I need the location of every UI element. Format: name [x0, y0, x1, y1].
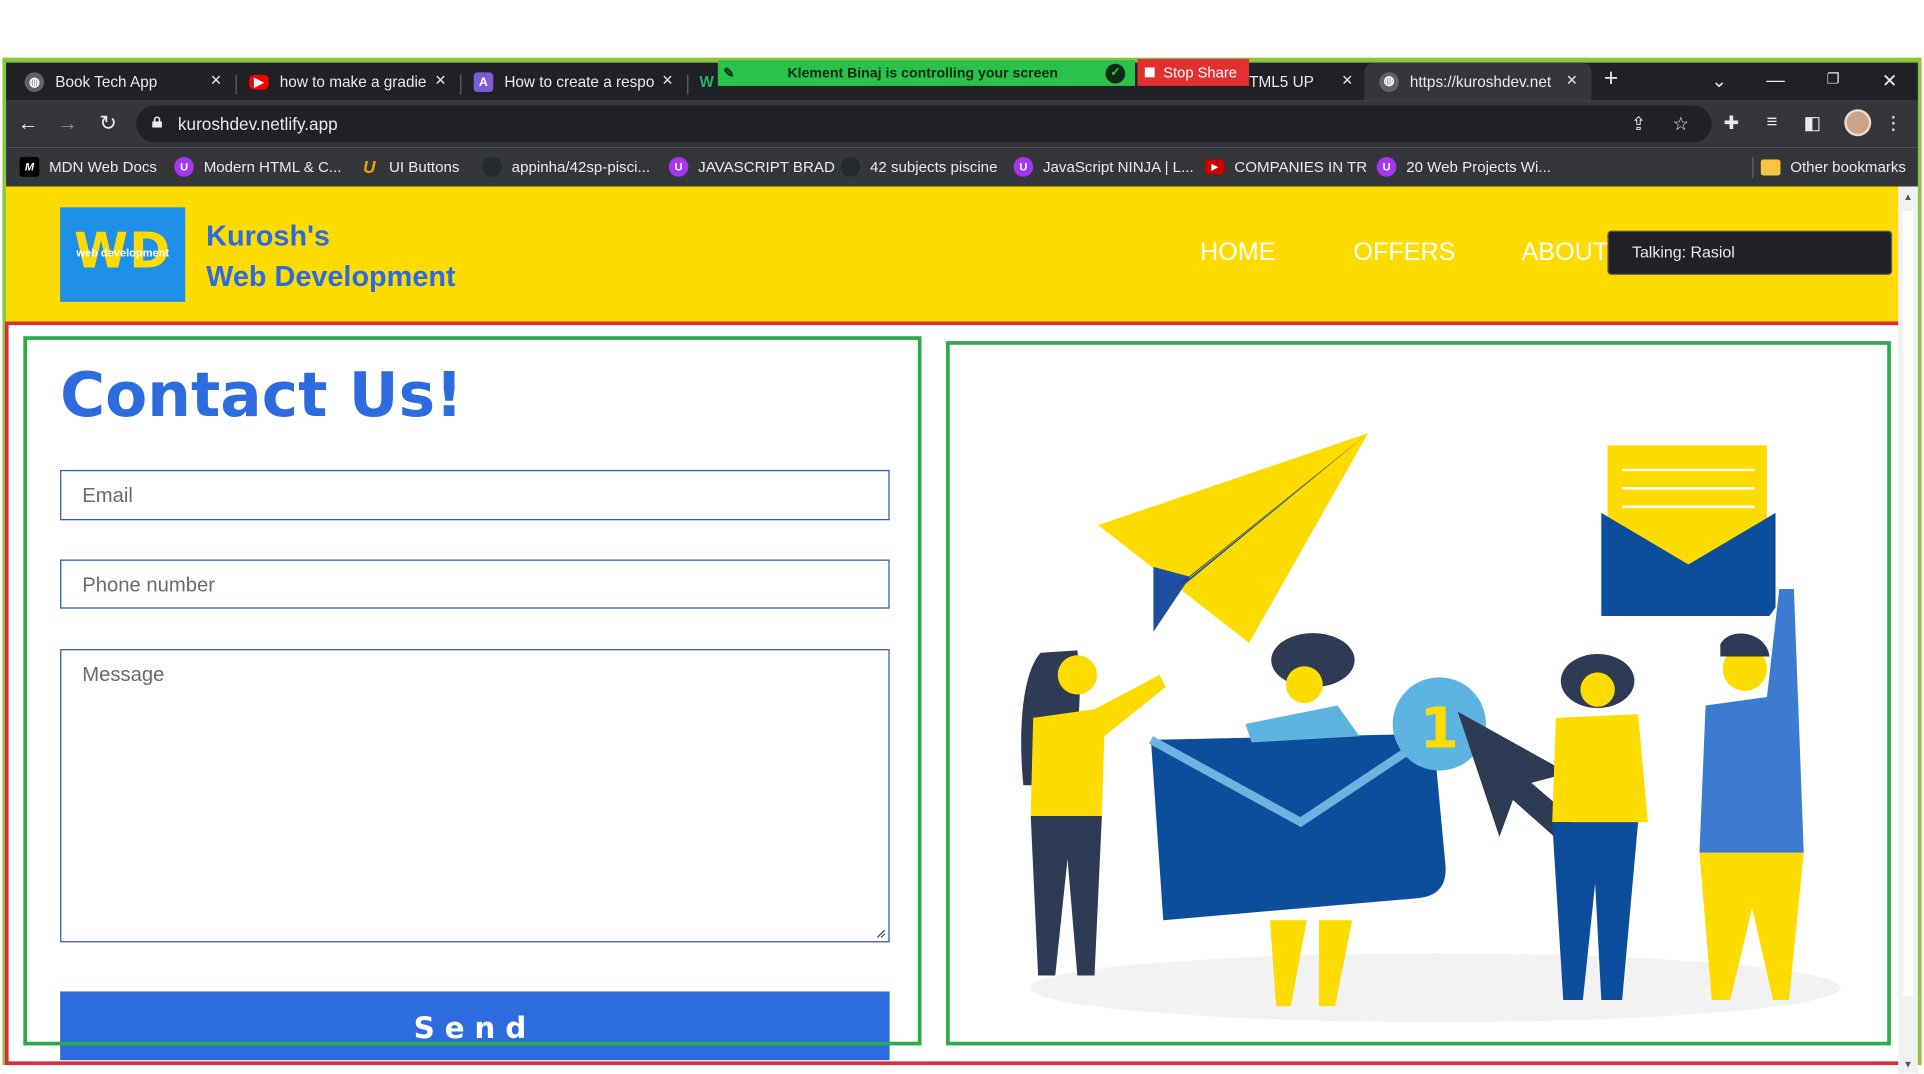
bookmark-mdn[interactable]: M MDN Web Docs: [19, 156, 157, 178]
tab-separator: [687, 74, 689, 95]
control-banner-text: Klement Binaj is controlling your screen: [787, 65, 1058, 81]
screen: ◍ Book Tech App × ▶ how to make a gradie…: [0, 0, 1924, 1074]
bookmark-label: 42 subjects piscine: [869, 158, 998, 176]
close-icon[interactable]: ×: [431, 71, 451, 91]
bookmark-label: MDN Web Docs: [49, 158, 157, 176]
logo-subtext: web development: [76, 246, 170, 259]
tab-book-tech-app[interactable]: ◍ Book Tech App ×: [24, 66, 226, 98]
mdn-icon: M: [19, 157, 40, 177]
folder-icon: [1760, 158, 1781, 175]
tab-gradient-video[interactable]: ▶ how to make a gradie ×: [249, 66, 450, 98]
more-menu-icon[interactable]: ⋮: [1881, 112, 1906, 134]
brand-name[interactable]: Kurosh's Web Development: [206, 216, 455, 297]
nav-offers[interactable]: OFFERS: [1353, 238, 1455, 267]
tab-title: How to create a respo: [504, 73, 655, 91]
back-arrow-icon[interactable]: ←: [16, 112, 41, 137]
other-bookmarks-label: Other bookmarks: [1790, 158, 1906, 176]
bookmark-appinha[interactable]: appinha/42sp-pisci...: [482, 156, 650, 178]
youtube-icon: ▶: [249, 74, 269, 90]
scrollbar-thumb[interactable]: [1903, 211, 1913, 997]
new-tab-button[interactable]: +: [1596, 65, 1625, 93]
lock-icon: [152, 116, 162, 128]
bookmark-42-subjects[interactable]: 42 subjects piscine: [840, 156, 998, 178]
scroll-up-icon[interactable]: ▲: [1903, 191, 1913, 202]
ui-icon: U: [363, 157, 376, 177]
annotation-box-green-image: [946, 341, 1891, 1046]
brand-line-2: Web Development: [206, 260, 456, 293]
globe-icon: ◍: [1379, 71, 1399, 92]
other-bookmarks-folder[interactable]: Other bookmarks: [1760, 156, 1906, 178]
screen-control-banner: ✎ Klement Binaj is controlling your scre…: [717, 60, 1136, 86]
github-icon: [482, 157, 502, 177]
site-logo[interactable]: WD web development: [60, 207, 186, 302]
bookmark-20-web-projects[interactable]: U 20 Web Projects Wi...: [1376, 156, 1551, 178]
bookmark-label: appinha/42sp-pisci...: [511, 158, 651, 176]
page-scrollbar[interactable]: ▲ ▼: [1898, 186, 1918, 1074]
share-icon[interactable]: ⇪: [1631, 113, 1646, 135]
star-icon[interactable]: ☆: [1672, 113, 1689, 135]
bookmark-companies[interactable]: ▶ COMPANIES IN TR: [1204, 156, 1368, 178]
bookmark-modern-html[interactable]: U Modern HTML & C...: [174, 156, 341, 178]
bookmark-javascript-ninja[interactable]: U JavaScript NINJA | L...: [1013, 156, 1194, 178]
page-bottom-strip: [0, 1065, 1924, 1074]
stop-share-label: Stop Share: [1163, 63, 1237, 81]
bookmarks-separator: [1752, 157, 1754, 178]
profile-avatar[interactable]: [1844, 109, 1872, 137]
url-text: kuroshdev.netlify.app: [177, 114, 338, 134]
udemy-icon: U: [1013, 157, 1034, 177]
media-queue-icon[interactable]: ≡: [1760, 112, 1785, 133]
tab-responsive[interactable]: A How to create a respo ×: [473, 66, 678, 98]
side-panel-icon[interactable]: ◧: [1800, 112, 1825, 134]
tab-separator: [460, 74, 462, 95]
bookmark-label: UI Buttons: [388, 158, 460, 176]
close-icon[interactable]: ×: [1337, 71, 1357, 91]
bookmark-javascript-brad[interactable]: U JAVASCRIPT BRAD: [668, 156, 835, 178]
github-icon: [840, 157, 861, 177]
udemy-icon: U: [668, 157, 689, 177]
tab-title: how to make a gradie: [279, 73, 427, 91]
restore-icon[interactable]: ❐: [1818, 70, 1847, 87]
bookmark-label: Modern HTML & C...: [203, 158, 342, 176]
close-icon[interactable]: ×: [1562, 71, 1582, 91]
tab-search-chevron-icon[interactable]: ⌄: [1704, 70, 1733, 92]
address-bar[interactable]: kuroshdev.netlify.app ⇪ ☆: [136, 105, 1712, 143]
pencil-icon: ✎: [723, 66, 735, 81]
nav-home[interactable]: HOME: [1200, 238, 1275, 267]
youtube-icon: ▶: [1204, 159, 1225, 175]
bookmark-label: COMPANIES IN TR: [1234, 158, 1368, 176]
shield-check-icon: ✓: [1105, 63, 1126, 83]
browser-toolbar: ← → ↻ kuroshdev.netlify.app ⇪ ☆ ✚ ≡ ◧ ⋮: [6, 100, 1918, 148]
talking-indicator: Talking: Rasiol: [1607, 230, 1893, 275]
nav-about[interactable]: ABOUT: [1522, 238, 1609, 267]
annotation-box-green-form: [23, 336, 922, 1046]
bookmarks-bar: M MDN Web Docs U Modern HTML & C... U UI…: [6, 147, 1918, 187]
forward-arrow-icon[interactable]: →: [55, 112, 80, 137]
udemy-icon: U: [1376, 157, 1397, 177]
rocket-icon: A: [473, 72, 494, 93]
tab-html5up[interactable]: TML5 UP ×: [1249, 66, 1357, 98]
bookmark-ui-buttons[interactable]: U UI Buttons: [360, 156, 460, 178]
close-icon[interactable]: ×: [206, 71, 226, 91]
globe-icon: ◍: [24, 72, 45, 93]
tab-title: Book Tech App: [55, 73, 158, 91]
screenshot-stage: ◍ Book Tech App × ▶ how to make a gradie…: [0, 0, 1924, 1074]
stop-share-button[interactable]: Stop Share: [1137, 58, 1250, 86]
minimize-icon[interactable]: —: [1761, 70, 1790, 91]
brand-line-1: Kurosh's: [206, 219, 330, 252]
close-icon[interactable]: ×: [658, 71, 678, 91]
bookmark-label: 20 Web Projects Wi...: [1406, 158, 1551, 176]
close-window-icon[interactable]: ✕: [1875, 70, 1904, 92]
tab-kuroshdev[interactable]: ◍ https://kuroshdev.net ×: [1364, 62, 1592, 101]
bookmark-label: JAVASCRIPT BRAD: [698, 158, 835, 176]
reload-icon[interactable]: ↻: [96, 112, 121, 137]
tab-separator: [235, 74, 237, 95]
stop-icon: [1144, 67, 1155, 78]
udemy-icon: U: [174, 157, 194, 177]
extensions-icon[interactable]: ✚: [1719, 112, 1744, 134]
scroll-down-icon[interactable]: ▼: [1903, 1059, 1913, 1070]
bookmark-label: JavaScript NINJA | L...: [1042, 158, 1194, 176]
